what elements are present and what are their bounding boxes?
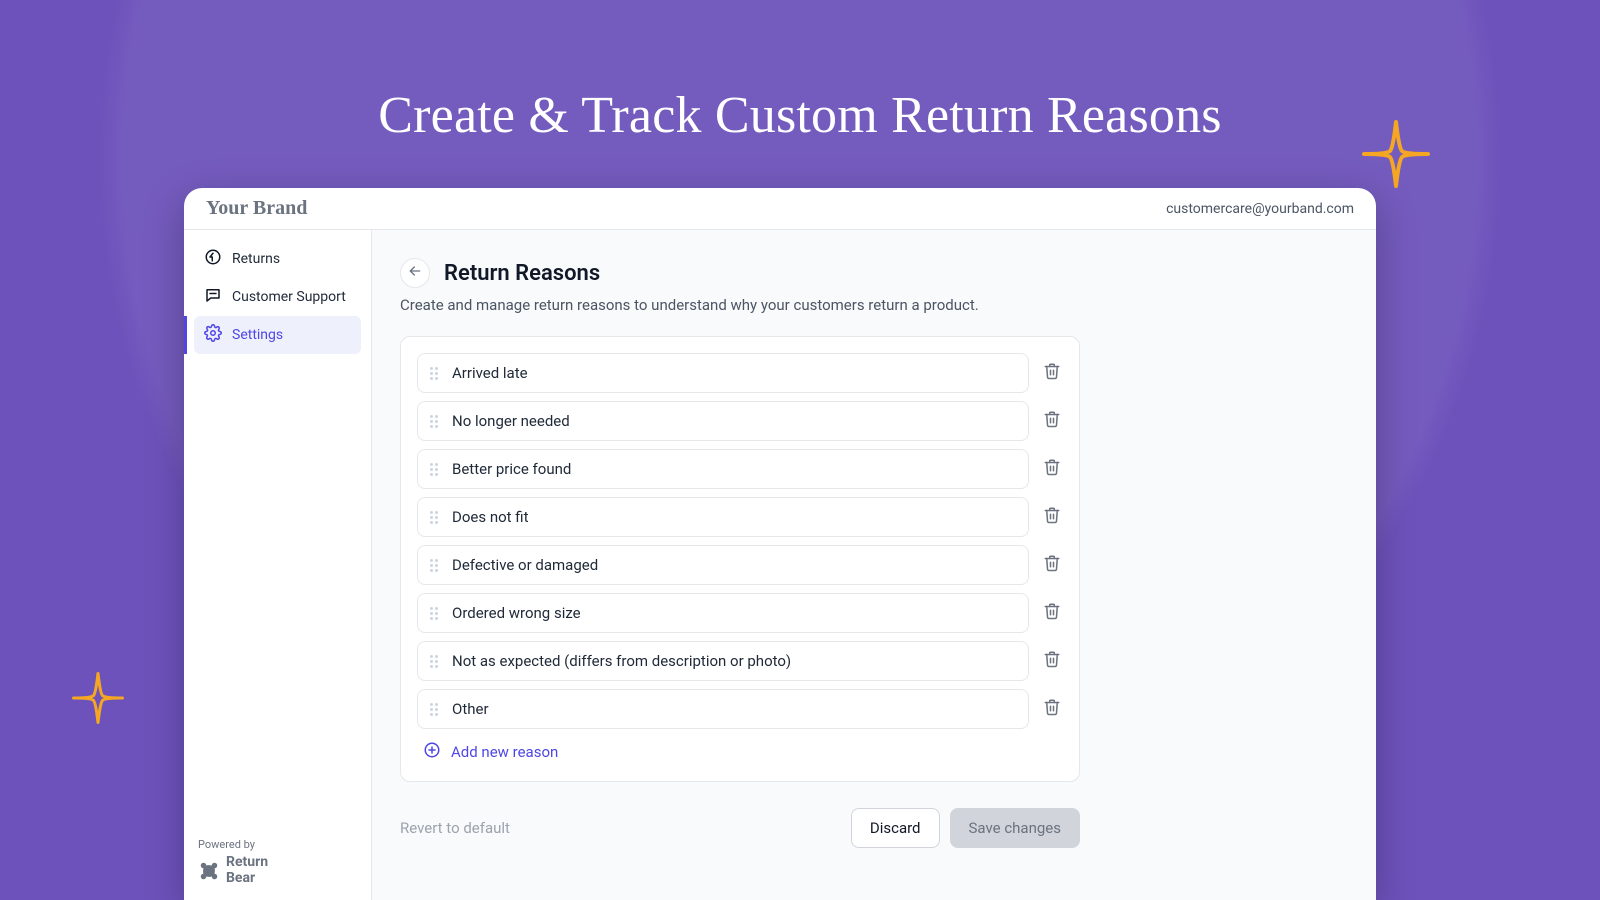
brand-logo: Your Brand — [206, 197, 307, 220]
trash-icon — [1043, 410, 1061, 432]
reason-input[interactable]: Better price found — [417, 449, 1029, 489]
sparkle-icon — [1362, 120, 1430, 192]
app-window: Your Brand customercare@yourband.com Ret… — [184, 188, 1376, 900]
delete-reason-button[interactable] — [1041, 554, 1063, 576]
reason-input[interactable]: Arrived late — [417, 353, 1029, 393]
delete-reason-button[interactable] — [1041, 362, 1063, 384]
back-button[interactable] — [400, 258, 430, 288]
delete-reason-button[interactable] — [1041, 698, 1063, 720]
delete-reason-button[interactable] — [1041, 458, 1063, 480]
reason-input[interactable]: Ordered wrong size — [417, 593, 1029, 633]
returnbear-logo: Return Bear — [198, 855, 268, 886]
save-button[interactable]: Save changes — [950, 808, 1080, 848]
delete-reason-button[interactable] — [1041, 506, 1063, 528]
reason-row: Does not fit — [417, 497, 1063, 537]
topbar: Your Brand customercare@yourband.com — [184, 188, 1376, 230]
arrow-left-icon — [407, 263, 423, 283]
trash-icon — [1043, 698, 1061, 720]
reason-label: Arrived late — [452, 364, 528, 382]
drag-handle-icon[interactable] — [430, 559, 440, 572]
reason-input[interactable]: Does not fit — [417, 497, 1029, 537]
reason-row: Arrived late — [417, 353, 1063, 393]
sidebar-item-returns[interactable]: Returns — [194, 240, 361, 278]
marketing-headline: Create & Track Custom Return Reasons — [0, 86, 1600, 145]
delete-reason-button[interactable] — [1041, 650, 1063, 672]
reason-row: Ordered wrong size — [417, 593, 1063, 633]
reason-row: Not as expected (differs from descriptio… — [417, 641, 1063, 681]
reason-label: Better price found — [452, 460, 571, 478]
sparkle-icon — [72, 672, 124, 728]
sidebar-item-label: Customer Support — [232, 289, 346, 305]
reason-row: Other — [417, 689, 1063, 729]
reason-row: Defective or damaged — [417, 545, 1063, 585]
chat-icon — [204, 286, 222, 308]
reason-input[interactable]: Other — [417, 689, 1029, 729]
discard-button[interactable]: Discard — [851, 808, 940, 848]
reason-label: Not as expected (differs from descriptio… — [452, 652, 791, 670]
delete-reason-button[interactable] — [1041, 410, 1063, 432]
main-content: Return Reasons Create and manage return … — [372, 230, 1376, 900]
return-icon — [204, 248, 222, 270]
trash-icon — [1043, 362, 1061, 384]
sidebar: Returns Customer Support — [184, 230, 372, 900]
powered-by-label: Powered by — [198, 839, 268, 851]
sidebar-item-support[interactable]: Customer Support — [194, 278, 361, 316]
page-description: Create and manage return reasons to unde… — [400, 296, 1080, 314]
sidebar-item-settings[interactable]: Settings — [194, 316, 361, 354]
reason-label: Does not fit — [452, 508, 529, 526]
trash-icon — [1043, 602, 1061, 624]
reason-row: No longer needed — [417, 401, 1063, 441]
reason-input[interactable]: No longer needed — [417, 401, 1029, 441]
drag-handle-icon[interactable] — [430, 655, 440, 668]
reason-label: Defective or damaged — [452, 556, 598, 574]
drag-handle-icon[interactable] — [430, 415, 440, 428]
drag-handle-icon[interactable] — [430, 607, 440, 620]
drag-handle-icon[interactable] — [430, 367, 440, 380]
add-reason-button[interactable]: Add new reason — [417, 729, 1063, 765]
plus-circle-icon — [423, 741, 441, 763]
reason-label: No longer needed — [452, 412, 570, 430]
reason-label: Other — [452, 700, 489, 718]
trash-icon — [1043, 554, 1061, 576]
trash-icon — [1043, 458, 1061, 480]
page-title: Return Reasons — [444, 261, 600, 286]
sidebar-footer: Powered by Return Bear — [198, 839, 268, 886]
delete-reason-button[interactable] — [1041, 602, 1063, 624]
account-email: customercare@yourband.com — [1166, 201, 1354, 217]
add-reason-label: Add new reason — [451, 743, 558, 761]
drag-handle-icon[interactable] — [430, 703, 440, 716]
reasons-card: Arrived late No longer needed Better price… — [400, 336, 1080, 782]
reason-input[interactable]: Defective or damaged — [417, 545, 1029, 585]
reason-label: Ordered wrong size — [452, 604, 581, 622]
trash-icon — [1043, 650, 1061, 672]
sidebar-item-label: Settings — [232, 327, 283, 343]
reason-row: Better price found — [417, 449, 1063, 489]
reason-input[interactable]: Not as expected (differs from descriptio… — [417, 641, 1029, 681]
sidebar-item-label: Returns — [232, 251, 280, 267]
drag-handle-icon[interactable] — [430, 463, 440, 476]
drag-handle-icon[interactable] — [430, 511, 440, 524]
revert-link[interactable]: Revert to default — [400, 819, 510, 837]
gear-icon — [204, 324, 222, 346]
form-footer: Revert to default Discard Save changes — [400, 808, 1080, 848]
trash-icon — [1043, 506, 1061, 528]
